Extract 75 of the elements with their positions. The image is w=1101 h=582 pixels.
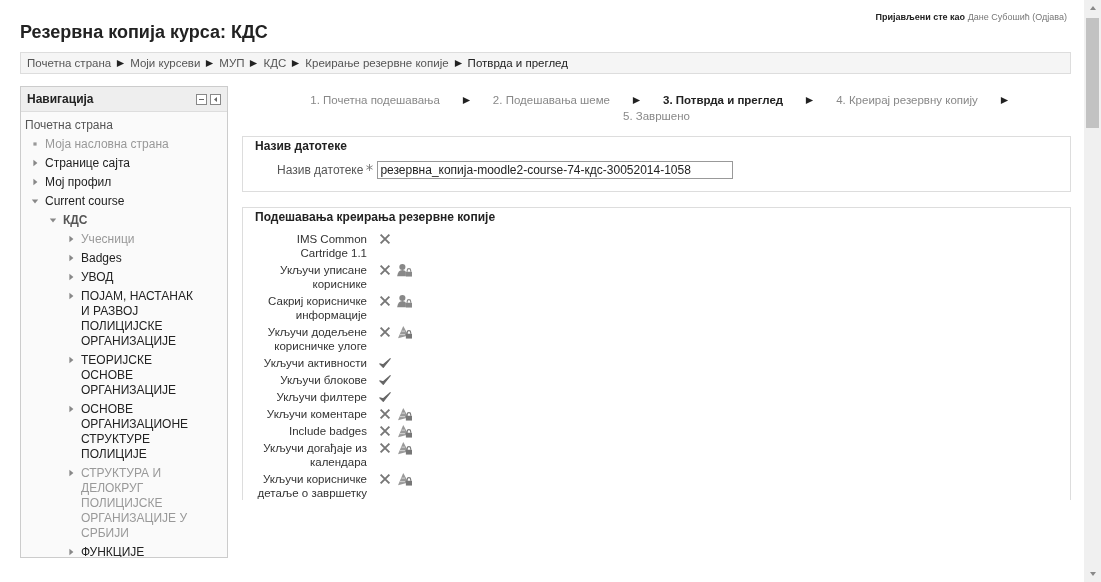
role-lock-icon <box>397 325 413 339</box>
nav-item[interactable]: Странице сајта <box>45 156 130 171</box>
scroll-down-icon[interactable] <box>1087 570 1098 578</box>
step-label: 4. Креирај резервну копију <box>836 93 978 108</box>
setting-label: Укључи блокове <box>279 373 367 387</box>
setting-label: Укључи активности <box>262 356 367 370</box>
fieldset-legend: Назив датотеке <box>255 139 1058 153</box>
collapsed-arrow-icon[interactable] <box>67 235 75 243</box>
logout-link[interactable]: (Одјава) <box>1032 12 1067 22</box>
setting-label: Include badges <box>288 424 367 438</box>
role-lock-icon <box>397 441 413 455</box>
collapsed-arrow-icon[interactable] <box>67 292 75 300</box>
collapse-icon[interactable] <box>196 93 207 105</box>
scroll-up-icon[interactable] <box>1087 4 1098 12</box>
nav-item[interactable]: ТЕОРИЈСКЕ ОСНОВЕ ОРГАНИЗАЦИЈЕ <box>81 353 199 398</box>
breadcrumb-link[interactable]: МУП <box>219 57 245 69</box>
step-label: 5. Завршено <box>623 109 690 124</box>
role-lock-icon <box>397 424 413 438</box>
fieldset-legend: Подешавања креирања резервне копије <box>255 210 1058 224</box>
page-title: Резервна копија курса: КДС <box>20 22 268 43</box>
square-bullet-icon <box>31 140 39 148</box>
role-lock-icon <box>397 472 413 486</box>
setting-label: Укључи корисничке детаље о завршетку <box>256 472 367 500</box>
scroll-thumb[interactable] <box>1086 18 1099 128</box>
step-label: 2. Подешавања шеме <box>492 93 610 108</box>
setting-label: Укључи филтере <box>275 390 367 404</box>
nav-item[interactable]: УВОД <box>81 270 199 285</box>
step-arrow-icon <box>805 96 815 105</box>
collapsed-arrow-icon[interactable] <box>67 469 75 477</box>
nav-item[interactable]: ПОЈАМ, НАСТАНАК И РАЗВОЈ ПОЛИЦИЈСКЕ ОРГАНИЗАЦИЈЕ <box>81 289 199 349</box>
user-lock-icon <box>397 263 413 277</box>
nav-item[interactable]: КДС <box>63 213 88 228</box>
dock-icon[interactable] <box>210 93 221 105</box>
collapsed-arrow-icon[interactable] <box>67 548 75 556</box>
role-lock-icon <box>397 407 413 421</box>
breadcrumb-separator-icon <box>116 58 126 68</box>
login-info: Пријављени сте као <box>875 12 966 22</box>
expanded-arrow-icon[interactable] <box>49 216 57 224</box>
breadcrumb-link[interactable]: КДС <box>263 57 287 69</box>
setting-label: Укључи уписане кориснике <box>279 263 367 291</box>
setting-label: Укључи додељене корисничке улоге <box>266 325 367 353</box>
step-arrow-icon <box>461 96 471 105</box>
breadcrumb-separator-icon <box>291 58 301 68</box>
collapsed-arrow-icon[interactable] <box>31 159 39 167</box>
step-label: 3. Потврда и преглед <box>663 93 784 108</box>
nav-item[interactable]: Почетна страна <box>25 118 113 133</box>
nav-item[interactable]: Badges <box>81 251 199 266</box>
filename-input[interactable]: резервна_копија-moodle2-course-74-кдс-30052014-1058 <box>377 161 734 179</box>
breadcrumb-link[interactable]: Креирање резервне копије <box>305 57 449 69</box>
nav-item[interactable]: Current course <box>45 194 125 209</box>
breadcrumb-link[interactable]: Моји курсеви <box>130 57 201 69</box>
breadcrumb-separator-icon <box>205 58 215 68</box>
breadcrumb-link[interactable]: Почетна страна <box>27 57 112 69</box>
step-label: 1. Почетна подешавања <box>310 93 440 108</box>
setting-label: Укључи догађаје из календара <box>262 441 367 469</box>
breadcrumb-separator-icon <box>249 58 259 68</box>
collapsed-arrow-icon[interactable] <box>67 405 75 413</box>
collapsed-arrow-icon[interactable] <box>67 254 75 262</box>
setting-label: Сакриј корисничке информације <box>267 294 367 322</box>
setting-label: Укључи коментаре <box>265 407 367 421</box>
user-lock-icon <box>397 294 413 308</box>
user-link[interactable]: Дане Субошић <box>967 12 1030 22</box>
expanded-arrow-icon[interactable] <box>31 197 39 205</box>
breadcrumb-separator-icon <box>453 58 463 68</box>
nav-item[interactable]: ОСНОВЕ ОРГАНИЗАЦИОНЕ СТРУКТУРЕ ПОЛИЦИЈЕ <box>81 402 199 462</box>
block-title: Навигација <box>27 92 94 106</box>
step-arrow-icon <box>632 96 641 105</box>
collapsed-arrow-icon[interactable] <box>67 273 75 281</box>
field-label: Назив датотеке <box>277 163 364 177</box>
collapsed-arrow-icon[interactable] <box>31 178 39 186</box>
step-arrow-icon <box>999 96 1009 105</box>
collapsed-arrow-icon[interactable] <box>67 356 75 364</box>
setting-label: IMS Common Cartridge 1.1 <box>295 232 367 260</box>
scrollbar[interactable] <box>1084 0 1101 582</box>
nav-item[interactable]: Мој профил <box>45 175 112 190</box>
